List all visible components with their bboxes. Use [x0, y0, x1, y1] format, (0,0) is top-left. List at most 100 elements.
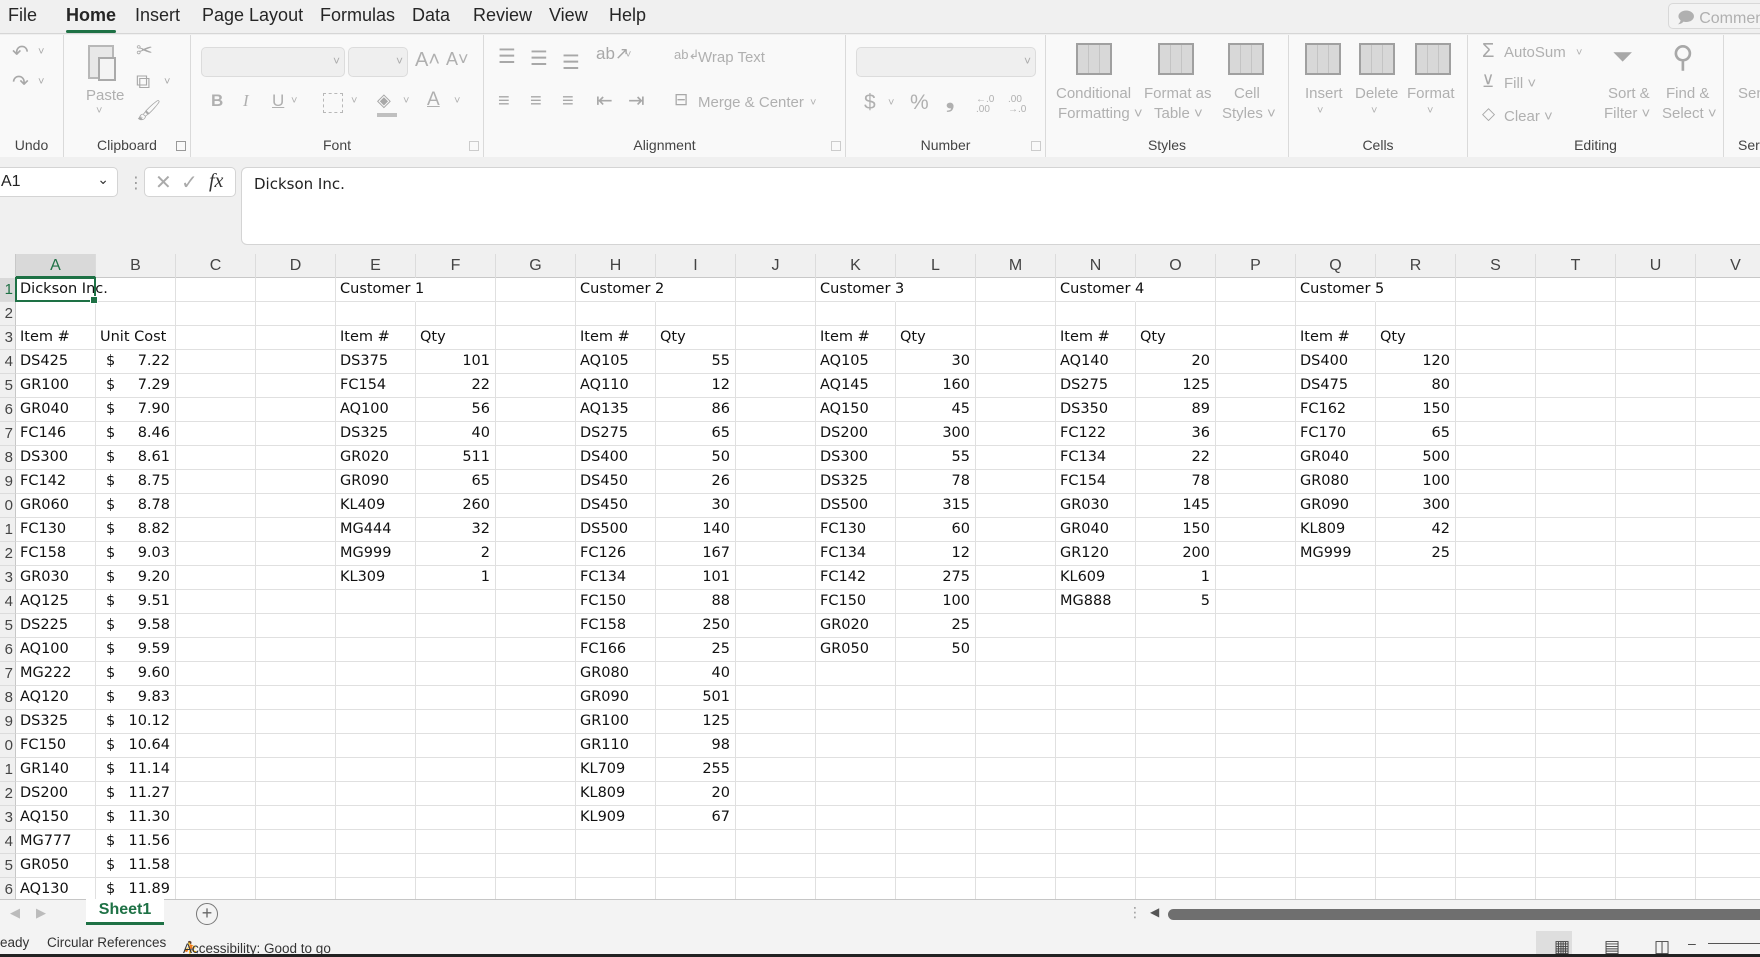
cell-L22[interactable] [896, 782, 976, 806]
cell-P8[interactable] [1216, 446, 1296, 470]
customer-qty[interactable]: 22 [1136, 446, 1216, 470]
price-item[interactable]: FC158 [16, 542, 96, 566]
cell-P19[interactable] [1216, 710, 1296, 734]
cell-K22[interactable] [816, 782, 896, 806]
cell-L24[interactable] [896, 830, 976, 854]
customer-qty[interactable]: 80 [1376, 374, 1456, 398]
cell-S11[interactable] [1456, 518, 1536, 542]
cell-M13[interactable] [976, 566, 1056, 590]
cell-R24[interactable] [1376, 830, 1456, 854]
cell-N25[interactable] [1056, 854, 1136, 878]
cell-K26[interactable] [816, 878, 896, 899]
customer-qty[interactable]: 36 [1136, 422, 1216, 446]
cell-G21[interactable] [496, 758, 576, 782]
row-header-22[interactable]: 2 [0, 782, 16, 806]
cell-D1[interactable] [256, 278, 336, 302]
customer-item[interactable]: DS450 [576, 494, 656, 518]
cell-J1[interactable] [736, 278, 816, 302]
borders-button[interactable] [323, 93, 343, 113]
tab-view[interactable]: View [549, 5, 588, 26]
customer-qty[interactable]: 300 [1376, 494, 1456, 518]
price-unit-cost[interactable]: $8.78 [96, 494, 176, 518]
tab-review[interactable]: Review [473, 5, 532, 26]
cell-S3[interactable] [1456, 326, 1536, 350]
customer-item[interactable]: DS200 [816, 422, 896, 446]
cell-H25[interactable] [576, 854, 656, 878]
cell-U4[interactable] [1616, 350, 1696, 374]
customer-qty[interactable]: 300 [896, 422, 976, 446]
customer-qty[interactable]: 5 [1136, 590, 1216, 614]
cell-U19[interactable] [1616, 710, 1696, 734]
price-unit-cost[interactable]: $7.90 [96, 398, 176, 422]
cell-V1[interactable] [1696, 278, 1760, 302]
cell-V17[interactable] [1696, 662, 1760, 686]
cell-R17[interactable] [1376, 662, 1456, 686]
price-header-unit-cost[interactable]: Unit Cost [96, 326, 176, 350]
customer-qty[interactable]: 501 [656, 686, 736, 710]
cell-R13[interactable] [1376, 566, 1456, 590]
cell-N26[interactable] [1056, 878, 1136, 899]
customer-qty[interactable]: 98 [656, 734, 736, 758]
customer-qty[interactable]: 12 [896, 542, 976, 566]
cell-N15[interactable] [1056, 614, 1136, 638]
cell-S20[interactable] [1456, 734, 1536, 758]
cell-C16[interactable] [176, 638, 256, 662]
currency-button[interactable]: $ [864, 91, 876, 115]
customer-qty[interactable]: 56 [416, 398, 496, 422]
cell-D7[interactable] [256, 422, 336, 446]
price-item[interactable]: DS225 [16, 614, 96, 638]
customer-qty[interactable]: 42 [1376, 518, 1456, 542]
cell-R25[interactable] [1376, 854, 1456, 878]
cell-K2[interactable] [816, 302, 896, 326]
cell-C8[interactable] [176, 446, 256, 470]
cell-U1[interactable] [1616, 278, 1696, 302]
customer-qty[interactable]: 255 [656, 758, 736, 782]
price-unit-cost[interactable]: $11.89 [96, 878, 176, 899]
price-item[interactable]: AQ125 [16, 590, 96, 614]
cell-M14[interactable] [976, 590, 1056, 614]
cell-D25[interactable] [256, 854, 336, 878]
cell-P21[interactable] [1216, 758, 1296, 782]
price-item[interactable]: AQ130 [16, 878, 96, 899]
cell-P10[interactable] [1216, 494, 1296, 518]
paste-button[interactable]: Paste ˅ [82, 43, 126, 123]
cell-Q2[interactable] [1296, 302, 1376, 326]
tab-help[interactable]: Help [609, 5, 646, 26]
cell-P12[interactable] [1216, 542, 1296, 566]
cell-U13[interactable] [1616, 566, 1696, 590]
cell-N18[interactable] [1056, 686, 1136, 710]
cell-T3[interactable] [1536, 326, 1616, 350]
cell-Q26[interactable] [1296, 878, 1376, 899]
cell-L1[interactable] [896, 278, 976, 302]
cell-C11[interactable] [176, 518, 256, 542]
cell-E2[interactable] [336, 302, 416, 326]
row-header-3[interactable]: 3 [0, 326, 16, 350]
cell-T16[interactable] [1536, 638, 1616, 662]
cell-T12[interactable] [1536, 542, 1616, 566]
column-header-f[interactable]: F [416, 254, 496, 278]
number-launcher-icon[interactable] [1031, 141, 1041, 151]
customer-item[interactable]: GR090 [336, 470, 416, 494]
cell-J22[interactable] [736, 782, 816, 806]
cell-M21[interactable] [976, 758, 1056, 782]
cell-F17[interactable] [416, 662, 496, 686]
customer-item[interactable]: GR080 [1296, 470, 1376, 494]
cell-T9[interactable] [1536, 470, 1616, 494]
cell-I26[interactable] [656, 878, 736, 899]
cell-S19[interactable] [1456, 710, 1536, 734]
cell-C6[interactable] [176, 398, 256, 422]
cell-T26[interactable] [1536, 878, 1616, 899]
tab-splitter-icon[interactable]: ⋮ [1128, 904, 1142, 921]
cell-D12[interactable] [256, 542, 336, 566]
cell-C10[interactable] [176, 494, 256, 518]
column-header-v[interactable]: V [1696, 254, 1760, 278]
customer-item[interactable]: GR050 [816, 638, 896, 662]
cell-V20[interactable] [1696, 734, 1760, 758]
column-header-i[interactable]: I [656, 254, 736, 278]
cell-U17[interactable] [1616, 662, 1696, 686]
cell-N17[interactable] [1056, 662, 1136, 686]
cell-B1[interactable] [96, 278, 176, 302]
cut-icon[interactable]: ✂ [136, 41, 153, 61]
cell-E25[interactable] [336, 854, 416, 878]
cell-U11[interactable] [1616, 518, 1696, 542]
